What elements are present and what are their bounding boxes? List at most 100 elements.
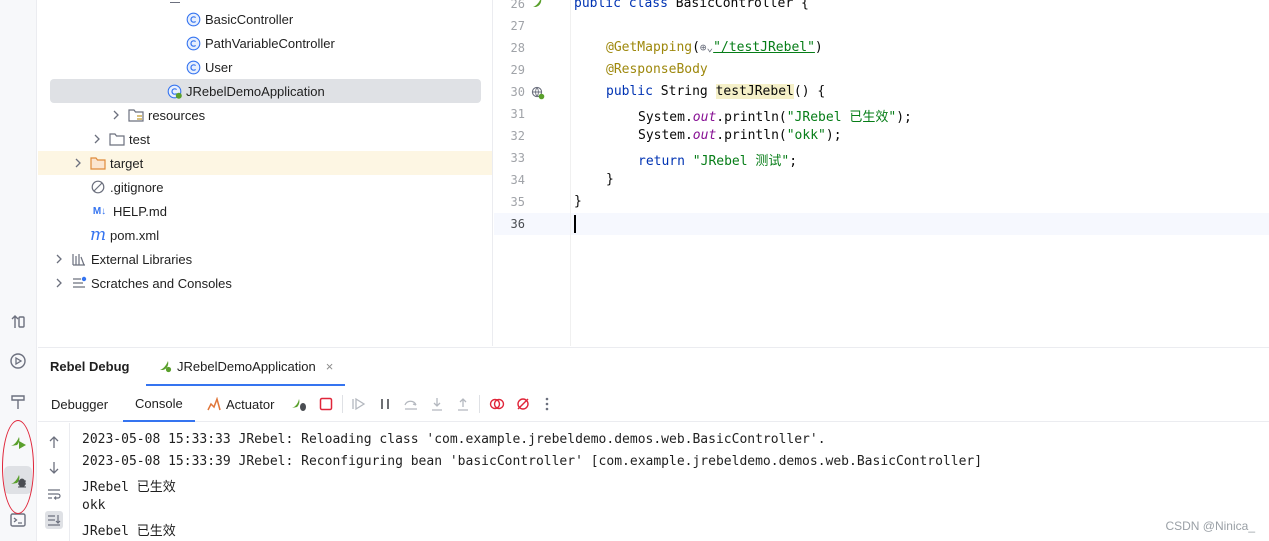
spring-bean-gutter-icon[interactable]: [531, 0, 545, 13]
tree-item-user[interactable]: User: [185, 55, 232, 79]
tab-label: Debugger: [51, 396, 109, 412]
globe-icon[interactable]: ⊕⌄: [700, 41, 713, 54]
tree-item-test[interactable]: test: [109, 127, 150, 151]
console-line: 2023-05-08 15:33:39 JRebel: Reconfigurin…: [82, 454, 983, 469]
code-token: .println(: [716, 110, 787, 125]
tree-item-label: pom.xml: [110, 227, 160, 243]
tool-window-header: Rebel Debug JRebelDemoApplication ×: [38, 348, 1269, 386]
tab-label: Actuator: [226, 396, 275, 412]
terminal-icon[interactable]: [4, 506, 32, 534]
watermark: CSDN @Ninica_: [1165, 519, 1255, 533]
jrebel-debug-icon[interactable]: [4, 466, 32, 494]
pause-icon[interactable]: [376, 395, 394, 413]
tree-item-scratches[interactable]: Scratches and Consoles: [71, 271, 232, 295]
chevron-right-icon[interactable]: [72, 157, 84, 169]
code-token: ;: [789, 154, 798, 169]
class-icon: [185, 59, 201, 75]
step-into-icon[interactable]: [428, 395, 446, 413]
console-line: 2023-05-08 15:33:33 JRebel: Reloading cl…: [82, 432, 826, 447]
line-number: 30: [510, 85, 525, 99]
jrebel-run-icon[interactable]: [4, 428, 32, 456]
tree-item-label: JRebelDemoApplication: [186, 83, 325, 99]
tab-actuator[interactable]: Actuator: [206, 386, 274, 422]
tree-item-resources[interactable]: resources: [128, 103, 205, 127]
mute-breakpoints-icon[interactable]: [514, 395, 532, 413]
actuator-icon: [206, 397, 222, 411]
folder-icon-partial: [170, 0, 180, 3]
tab-debugger[interactable]: Debugger: [51, 386, 108, 422]
arrow-up-icon[interactable]: [45, 433, 63, 451]
libraries-icon: [71, 251, 87, 267]
soft-wrap-icon[interactable]: [45, 485, 63, 503]
console-line: okk: [82, 498, 106, 513]
folder-icon: [109, 131, 125, 147]
structure-icon[interactable]: [4, 308, 32, 336]
chevron-right-icon[interactable]: [91, 133, 103, 145]
view-breakpoints-icon[interactable]: [488, 395, 506, 413]
console-side-toolbar: [38, 423, 70, 541]
step-out-icon[interactable]: [454, 395, 472, 413]
line-number: 34: [510, 173, 525, 187]
code-line-32: System.out.println("okk");: [638, 128, 842, 143]
maven-icon: m: [89, 225, 107, 245]
web-endpoint-gutter-icon[interactable]: [531, 86, 545, 103]
tree-item-basiccontroller[interactable]: BasicController: [185, 7, 293, 31]
toolbar-divider: [342, 395, 343, 413]
scroll-to-end-icon[interactable]: [45, 511, 63, 529]
build-hammer-icon[interactable]: [4, 388, 32, 416]
services-icon[interactable]: [4, 347, 32, 375]
editor-gutter: 26 27 28 29 30 31 32 33 34 35 36: [494, 0, 571, 346]
endpoint-link[interactable]: "/testJRebel": [713, 40, 815, 55]
tab-console[interactable]: Console: [123, 386, 195, 422]
console-line: JRebel 已生效: [82, 480, 176, 495]
line-number: 27: [510, 19, 525, 33]
tree-item-label: Scratches and Consoles: [91, 275, 232, 291]
code-token: out: [692, 128, 717, 143]
console-line: JRebel 已生效: [82, 524, 176, 539]
arrow-down-icon[interactable]: [45, 459, 63, 477]
close-tab-icon[interactable]: ×: [326, 359, 334, 374]
step-over-icon[interactable]: [402, 395, 420, 413]
ignore-file-icon: [90, 179, 106, 195]
line-number: 28: [510, 41, 525, 55]
tree-item-target[interactable]: target: [90, 151, 143, 175]
tree-item-jrebeldemoapplication[interactable]: JRebelDemoApplication: [166, 79, 325, 103]
code-token: "okk": [786, 128, 826, 143]
code-line-34: }: [606, 172, 614, 187]
chevron-right-icon[interactable]: [110, 109, 122, 121]
jrebel-rerun-icon[interactable]: [290, 395, 308, 413]
more-options-icon[interactable]: [538, 395, 556, 413]
line-number: 26: [510, 0, 525, 11]
scratches-icon: [71, 275, 87, 291]
code-token: "JRebel 已生效": [786, 110, 897, 125]
code-token: out: [692, 110, 717, 125]
resume-icon[interactable]: [350, 395, 368, 413]
line-number: 33: [510, 151, 525, 165]
line-number: 32: [510, 129, 525, 143]
chevron-right-icon[interactable]: [53, 253, 65, 265]
tree-item-pathvariablecontroller[interactable]: PathVariableController: [185, 31, 335, 55]
code-token: (: [692, 40, 700, 55]
code-line-28: @GetMapping(⊕⌄"/testJRebel"): [606, 40, 823, 55]
tree-item-gitignore[interactable]: .gitignore: [90, 175, 163, 199]
tab-label: JRebelDemoApplication: [177, 358, 316, 374]
code-token: );: [896, 110, 912, 125]
tree-item-help-md[interactable]: M↓ HELP.md: [90, 199, 167, 223]
tree-item-pom-xml[interactable]: m pom.xml: [90, 223, 159, 247]
tree-item-external-libraries[interactable]: External Libraries: [71, 247, 192, 271]
code-line-26: public class BasicController {: [574, 0, 809, 11]
text-caret: [574, 215, 576, 233]
stop-icon[interactable]: [317, 395, 335, 413]
code-editor[interactable]: 26 27 28 29 30 31 32 33 34 35 36 public …: [494, 0, 1269, 346]
code-token: ): [814, 40, 823, 55]
code-line-29: @ResponseBody: [606, 62, 708, 77]
toolbar-divider: [479, 395, 480, 413]
tree-item-label: target: [110, 155, 144, 171]
excluded-folder-icon: [90, 155, 106, 171]
chevron-right-icon[interactable]: [53, 277, 65, 289]
code-token: public class: [574, 0, 668, 11]
tab-jrebeldemoapplication[interactable]: JRebelDemoApplication ×: [146, 348, 346, 386]
tree-item-label: resources: [148, 107, 206, 123]
code-token: @ResponseBody: [606, 62, 708, 77]
tree-item-label: BasicController: [205, 11, 294, 27]
